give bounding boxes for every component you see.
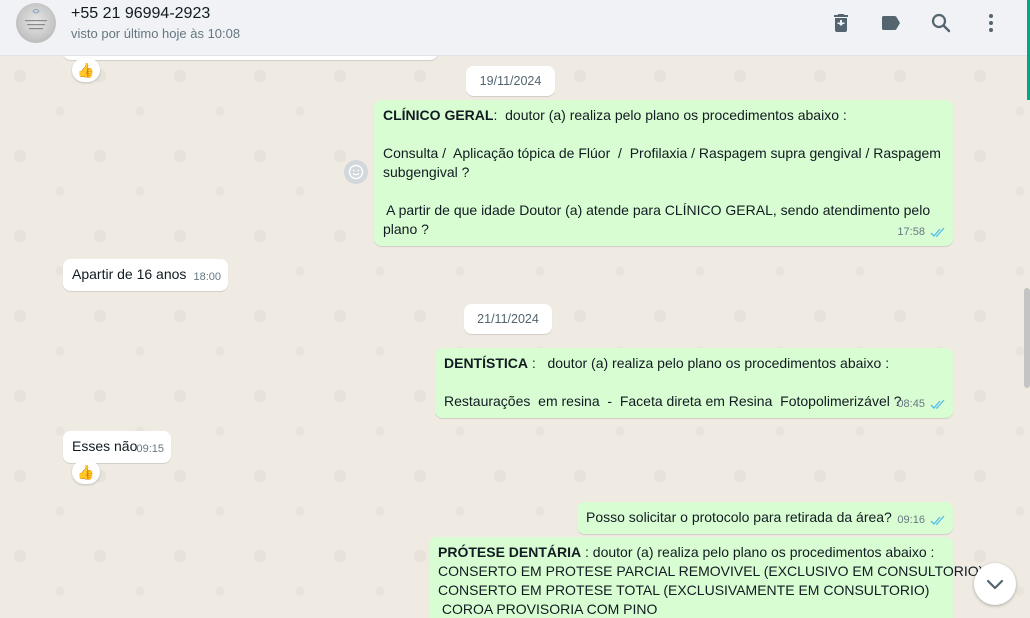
date-separator: 19/11/2024 bbox=[466, 66, 555, 96]
read-ticks-icon bbox=[930, 227, 945, 237]
message-time: 09:16 bbox=[897, 514, 925, 526]
message-title: CLÍNICO GERAL bbox=[383, 107, 494, 123]
thumbs-up-icon: 👍 bbox=[77, 464, 95, 480]
contact-avatar[interactable] bbox=[16, 3, 56, 43]
message-text: : doutor (a) realiza pelo plano os proce… bbox=[493, 107, 847, 123]
chat-header: +55 21 96994-2923 visto por último hoje … bbox=[0, 0, 1030, 100]
message-text: COROA PROVISORIA COM PINO bbox=[438, 601, 658, 617]
message-text: : doutor (a) realiza pelo plano os proce… bbox=[581, 544, 935, 560]
message-time: 17:58 bbox=[897, 226, 925, 238]
outgoing-message[interactable]: DENTÍSTICA : doutor (a) realiza pelo pla… bbox=[435, 348, 953, 418]
message-text: Esses não bbox=[72, 438, 138, 454]
outgoing-message[interactable]: CLÍNICO GERAL: doutor (a) realiza pelo p… bbox=[374, 100, 953, 246]
message-time: 18:00 bbox=[193, 271, 221, 283]
message-text: Restaurações em resina - Faceta direta e… bbox=[444, 393, 902, 409]
thumbs-up-icon: 👍 bbox=[77, 62, 95, 78]
smiley-icon bbox=[348, 164, 364, 180]
message-text: CONSERTO EM PROTESE TOTAL (EXCLUSIVAMENT… bbox=[438, 582, 930, 598]
last-seen-status: visto por último hoje às 10:08 bbox=[71, 26, 241, 41]
label-icon[interactable] bbox=[879, 11, 903, 35]
delete-icon[interactable] bbox=[829, 11, 853, 35]
message-meta: 09:16 bbox=[897, 511, 946, 530]
previous-message-bubble[interactable] bbox=[63, 56, 438, 60]
outgoing-message[interactable]: Posso solicitar o protocolo para retirad… bbox=[577, 502, 953, 534]
incoming-message[interactable]: Apartir de 16 anos 18:00 bbox=[63, 259, 228, 291]
message-text: Posso solicitar o protocolo para retirad… bbox=[586, 509, 892, 525]
message-meta: 08:45 bbox=[897, 395, 946, 414]
incoming-message[interactable]: Esses não 09:15 bbox=[63, 431, 171, 463]
react-emoji-button[interactable] bbox=[344, 160, 368, 184]
message-text: : doutor (a) realiza pelo plano os proce… bbox=[528, 355, 890, 371]
message-text: plano ? bbox=[383, 221, 429, 237]
chat-scrollbar[interactable] bbox=[1024, 56, 1030, 618]
message-title: DENTÍSTICA bbox=[444, 355, 528, 371]
read-ticks-icon bbox=[930, 515, 945, 525]
message-list[interactable]: 👍 19/11/2024 CLÍNICO GERAL: doutor (a) r… bbox=[0, 56, 1027, 618]
message-reaction[interactable]: 👍 bbox=[72, 58, 100, 82]
message-reaction[interactable]: 👍 bbox=[72, 460, 100, 484]
message-text: CONSERTO EM PROTESE PARCIAL REMOVIVEL (E… bbox=[438, 563, 984, 579]
outgoing-message[interactable]: PRÓTESE DENTÁRIA : doutor (a) realiza pe… bbox=[429, 537, 984, 618]
message-meta: 09:15 bbox=[136, 440, 164, 459]
message-text: Consulta / Aplicação tópica de Flúor / P… bbox=[383, 145, 941, 161]
date-separator: 21/11/2024 bbox=[464, 304, 552, 334]
message-meta: 17:58 bbox=[897, 223, 946, 242]
message-time: 08:45 bbox=[897, 398, 925, 410]
message-meta: 18:00 bbox=[193, 268, 221, 287]
scrollbar-thumb[interactable] bbox=[1024, 288, 1030, 388]
message-text: subgengival ? bbox=[383, 164, 470, 180]
menu-icon[interactable] bbox=[979, 11, 1003, 35]
message-title: PRÓTESE DENTÁRIA bbox=[438, 544, 582, 560]
scroll-to-bottom-button[interactable] bbox=[974, 563, 1016, 605]
chevron-down-icon bbox=[986, 579, 1004, 590]
search-icon[interactable] bbox=[929, 11, 953, 35]
message-text: A partir de que idade Doutor (a) atende … bbox=[383, 202, 931, 218]
message-time: 09:15 bbox=[136, 443, 164, 455]
message-text: Apartir de 16 anos bbox=[72, 266, 187, 282]
contact-name[interactable]: +55 21 96994-2923 bbox=[71, 5, 210, 23]
read-ticks-icon bbox=[930, 399, 945, 409]
